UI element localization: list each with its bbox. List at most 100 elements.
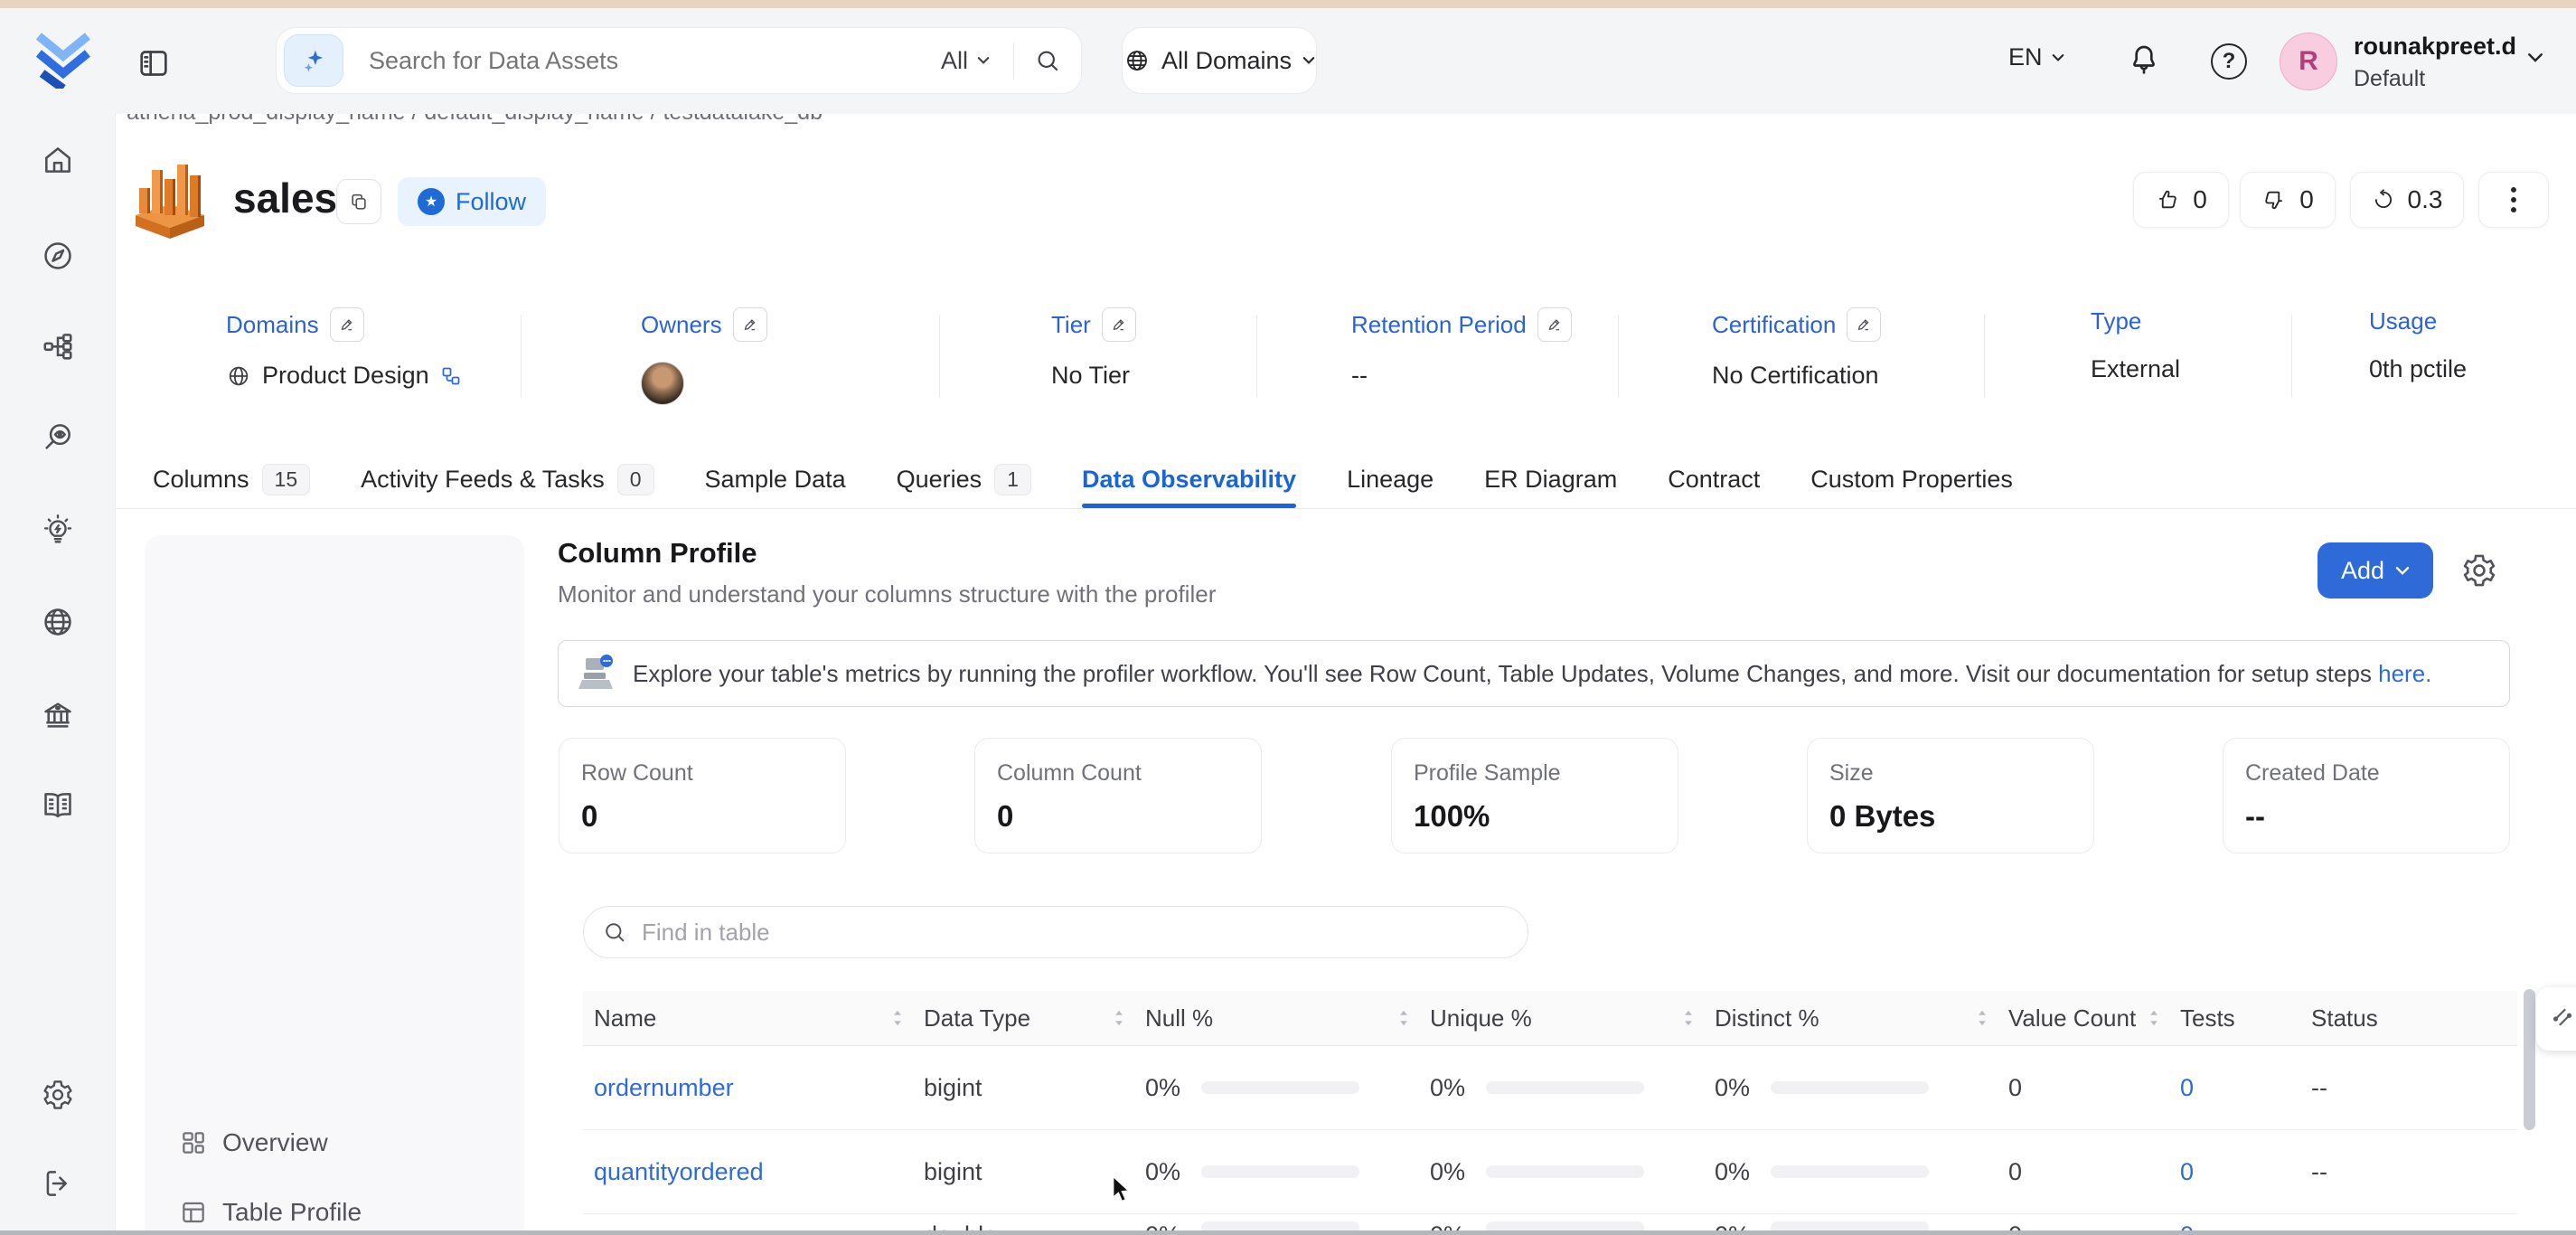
edit-domains-button[interactable] (330, 307, 364, 342)
left-nav-rail (0, 0, 116, 1235)
domain-link[interactable]: Product Design (262, 362, 429, 390)
search-scope-dropdown[interactable]: All (917, 47, 1013, 75)
edit-owners-button[interactable] (733, 307, 767, 342)
stat-card-size: Size0 Bytes (1807, 738, 2094, 853)
version-button[interactable]: 0.3 (2350, 172, 2464, 228)
profiler-nav-overview[interactable]: Overview (179, 1128, 328, 1157)
col-header-distinct-pct[interactable]: Distinct % (1704, 1004, 1998, 1032)
side-panel-toggle[interactable] (2536, 987, 2576, 1051)
meta-type: Type External (2091, 307, 2180, 383)
meta-owners: Owners (641, 307, 767, 405)
sort-icon[interactable] (1113, 1008, 1125, 1028)
tab-custom-properties[interactable]: Custom Properties (1810, 450, 2013, 508)
tab-data-observability[interactable]: Data Observability (1082, 450, 1296, 508)
chevron-down-icon (2052, 53, 2064, 62)
tests-link[interactable]: 0 (2169, 1074, 2300, 1102)
govern-bank-icon[interactable] (41, 698, 75, 732)
app-logo[interactable] (33, 24, 98, 89)
scrollbar-thumb[interactable] (2524, 989, 2535, 1130)
downvote-button[interactable]: 0 (2240, 172, 2336, 228)
pencil-icon (742, 316, 758, 333)
ai-sparkle-icon[interactable] (284, 34, 343, 87)
follow-button[interactable]: ★ Follow (398, 177, 546, 226)
pencil-icon (1547, 316, 1563, 333)
app-screen: athena_prod_display_name / default_displ… (0, 0, 2576, 1235)
divider (1984, 315, 1985, 398)
home-icon[interactable] (41, 143, 75, 177)
tab-contract[interactable]: Contract (1668, 450, 1760, 508)
table-row: ordernumber bigint 0% 0% 0% 0 0 -- (583, 1046, 2517, 1130)
column-name-link[interactable] (583, 1214, 913, 1221)
meta-retention: Retention Period -- (1351, 307, 1572, 390)
tab-sample-data[interactable]: Sample Data (705, 450, 846, 508)
avatar[interactable]: R (2280, 33, 2337, 90)
explore-compass-icon[interactable] (41, 239, 75, 273)
edit-certification-button[interactable] (1847, 307, 1881, 342)
entity-tabs: Columns15 Activity Feeds & Tasks0 Sample… (115, 450, 2576, 509)
tab-activity-feeds[interactable]: Activity Feeds & Tasks0 (361, 450, 653, 508)
copy-icon (349, 192, 369, 212)
sort-icon[interactable] (1682, 1008, 1695, 1028)
status-cell: -- (2300, 1158, 2517, 1186)
star-badge-icon: ★ (418, 188, 445, 215)
kebab-menu-button[interactable] (2478, 172, 2549, 228)
tab-columns[interactable]: Columns15 (153, 450, 310, 508)
table-header-row: Name Data Type Null % Unique % Distinct … (583, 991, 2517, 1046)
insights-bulb-icon[interactable] (41, 513, 75, 547)
observability-icon[interactable] (41, 420, 75, 454)
chevron-down-icon[interactable] (2527, 52, 2543, 63)
profiler-nav-table-profile[interactable]: Table Profile (179, 1198, 362, 1227)
logout-icon[interactable] (41, 1166, 75, 1201)
column-name-link[interactable]: ordernumber (583, 1074, 913, 1102)
tab-queries[interactable]: Queries1 (897, 450, 1031, 508)
add-button[interactable]: Add (2317, 542, 2433, 599)
col-header-unique-pct[interactable]: Unique % (1419, 1004, 1704, 1032)
profiler-info-banner: Explore your table's metrics by running … (558, 640, 2510, 707)
user-menu[interactable]: rounakpreet.d Default (2354, 33, 2516, 92)
sidebar-toggle-icon[interactable] (136, 45, 172, 81)
value-count-cell: 0 (1998, 1158, 2169, 1186)
owner-avatar[interactable] (641, 362, 684, 405)
global-search[interactable]: All (276, 27, 1082, 94)
top-accent-strip (0, 0, 2576, 8)
sort-icon[interactable] (1976, 1008, 1988, 1028)
profiler-settings-gear-icon[interactable] (2460, 552, 2498, 589)
kebab-icon (2510, 185, 2517, 214)
sort-icon[interactable] (1397, 1008, 1410, 1028)
glossary-book-icon[interactable] (41, 788, 75, 823)
edit-tier-button[interactable] (1102, 307, 1136, 342)
chevron-down-icon (1302, 56, 1315, 65)
progress-track (1201, 1165, 1359, 1178)
upvote-button[interactable]: 0 (2133, 172, 2229, 228)
edit-retention-button[interactable] (1537, 307, 1572, 342)
domains-globe-icon[interactable] (41, 605, 75, 639)
subdomain-link-icon[interactable] (440, 365, 462, 387)
tests-link[interactable]: 0 (2169, 1158, 2300, 1186)
settings-gear-icon[interactable] (41, 1078, 75, 1112)
tab-er-diagram[interactable]: ER Diagram (1484, 450, 1617, 508)
copy-name-button[interactable] (336, 179, 381, 224)
find-in-table-input[interactable] (640, 918, 1528, 947)
col-header-value-count[interactable]: Value Count (1998, 1004, 2169, 1032)
search-icon[interactable] (1014, 47, 1081, 74)
find-in-table[interactable] (583, 906, 1528, 958)
search-input[interactable] (367, 46, 917, 76)
sort-icon[interactable] (2148, 1008, 2160, 1028)
lineage-graph-icon[interactable] (41, 329, 75, 363)
col-header-null-pct[interactable]: Null % (1134, 1004, 1419, 1032)
pencil-icon (1111, 316, 1127, 333)
col-header-name[interactable]: Name (583, 1004, 913, 1032)
data-type-cell: bigint (913, 1158, 1134, 1186)
athena-service-icon (127, 152, 213, 240)
tab-lineage[interactable]: Lineage (1347, 450, 1434, 508)
all-domains-dropdown[interactable]: All Domains (1122, 27, 1317, 94)
col-header-data-type[interactable]: Data Type (913, 1004, 1134, 1032)
help-icon[interactable]: ? (2211, 43, 2247, 80)
notifications-bell-icon[interactable] (2126, 42, 2162, 78)
sort-icon[interactable] (891, 1008, 904, 1028)
column-name-link[interactable]: quantityordered (583, 1158, 913, 1186)
banner-docs-link[interactable]: here. (2378, 660, 2431, 687)
overview-grid-icon (179, 1128, 208, 1157)
section-title: Column Profile (558, 537, 757, 570)
language-dropdown[interactable]: EN (2008, 43, 2064, 71)
